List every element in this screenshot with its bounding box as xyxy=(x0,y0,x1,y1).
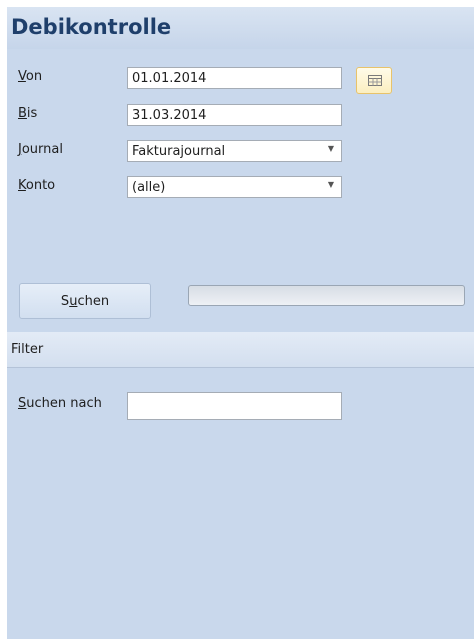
konto-label: Konto xyxy=(18,178,56,193)
konto-value: (alle) xyxy=(132,180,166,195)
calendar-button[interactable] xyxy=(356,67,392,94)
search-button-label: Suchen xyxy=(60,294,110,309)
debikontrolle-panel: Debikontrolle Von 01.01.2014 Bis 31.03.2… xyxy=(7,7,474,639)
filter-section-header: Filter xyxy=(7,332,474,368)
suchen-nach-input[interactable] xyxy=(127,392,342,420)
title-bar: Debikontrolle xyxy=(7,7,474,49)
suchen-nach-label: Suchen nach xyxy=(18,396,102,411)
chevron-down-icon: ▼ xyxy=(327,144,334,153)
von-date-field[interactable]: 01.01.2014 xyxy=(127,67,342,89)
journal-label: Journal xyxy=(18,142,63,157)
calendar-icon xyxy=(368,75,382,86)
bis-label: Bis xyxy=(18,106,38,121)
bis-date-field[interactable]: 31.03.2014 xyxy=(127,104,342,126)
progress-bar xyxy=(188,285,465,306)
journal-select[interactable]: Fakturajournal ▼ xyxy=(127,140,342,162)
filter-title: Filter xyxy=(11,342,44,357)
von-label: Von xyxy=(18,69,43,84)
konto-select[interactable]: (alle) ▼ xyxy=(127,176,342,198)
von-date-value: 01.01.2014 xyxy=(132,71,207,86)
chevron-down-icon: ▼ xyxy=(327,180,334,189)
journal-value: Fakturajournal xyxy=(132,144,226,159)
search-button[interactable]: Suchen xyxy=(19,283,151,319)
page-title: Debikontrolle xyxy=(11,15,172,39)
bis-date-value: 31.03.2014 xyxy=(132,108,207,123)
